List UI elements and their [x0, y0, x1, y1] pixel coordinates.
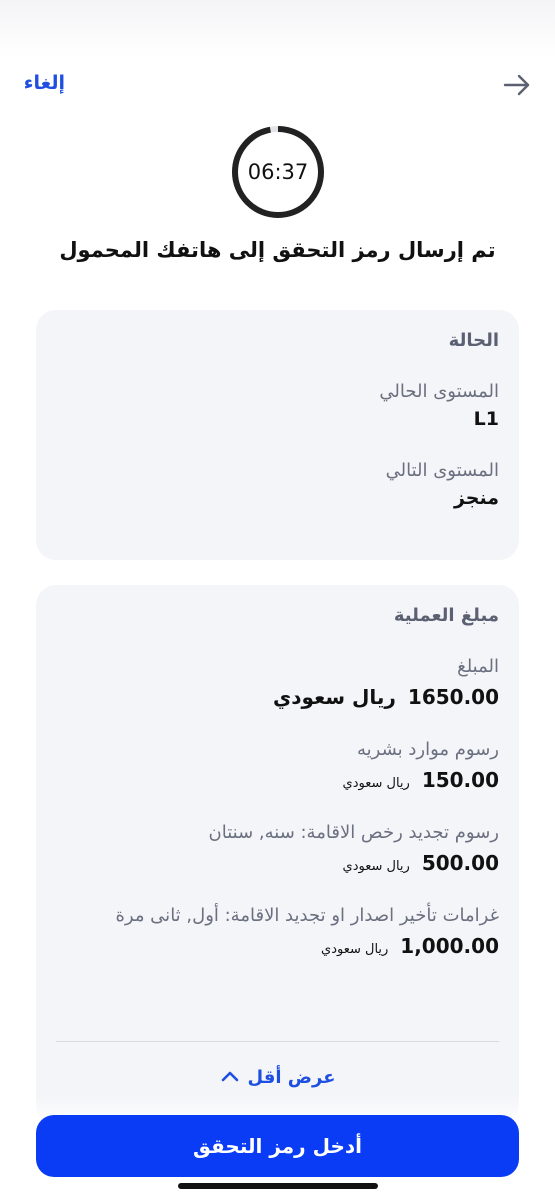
- current-level-label: المستوى الحالي: [379, 381, 499, 402]
- transaction-amount-card: مبلغ العملية المبلغ 1650.00 ريال سعودي ر…: [36, 585, 519, 1125]
- hr-fee-label: رسوم موارد بشريه: [357, 739, 499, 760]
- penalty-money: 1,000.00 ريال سعودي: [56, 934, 499, 958]
- residency-fee-currency: ريال سعودي: [342, 859, 410, 874]
- hr-fee-value: 150.00: [421, 768, 499, 792]
- hr-fee-money: 150.00 ريال سعودي: [56, 768, 499, 792]
- top-nav: إلغاء: [0, 64, 555, 104]
- otp-verification-screen: إلغاء 06:37 تم إرسال رمز التحقق إلى هاتف…: [0, 0, 555, 1200]
- timer-countdown-text: 06:37: [247, 160, 309, 184]
- amount-currency: ريال سعودي: [272, 685, 396, 709]
- residency-fee-label: رسوم تجديد رخص الاقامة: سنه, سنتان: [208, 822, 499, 843]
- penalty-value: 1,000.00: [400, 934, 499, 958]
- chevron-up-icon: [220, 1067, 240, 1088]
- status-bar: [0, 0, 555, 58]
- residency-fee-money: 500.00 ريال سعودي: [56, 851, 499, 875]
- next-level-value: منجز: [453, 487, 499, 509]
- residency-fee-value: 500.00: [421, 851, 499, 875]
- enter-otp-button[interactable]: أدخل رمز التحقق: [36, 1115, 519, 1177]
- show-less-toggle[interactable]: عرض أقل: [36, 1067, 519, 1088]
- current-level-field: المستوى الحالي L1: [56, 381, 499, 430]
- show-less-label: عرض أقل: [247, 1067, 336, 1088]
- residency-fee-field: رسوم تجديد رخص الاقامة: سنه, سنتان 500.0…: [56, 822, 499, 875]
- status-card: الحالة المستوى الحالي L1 المستوى التالي …: [36, 310, 519, 560]
- amount-money: 1650.00 ريال سعودي: [56, 685, 499, 709]
- amount-card-title: مبلغ العملية: [393, 605, 499, 626]
- amount-label: المبلغ: [457, 656, 499, 677]
- cancel-link[interactable]: إلغاء: [5, 72, 65, 94]
- next-level-label: المستوى التالي: [385, 460, 499, 481]
- hr-fee-field: رسوم موارد بشريه 150.00 ريال سعودي: [56, 739, 499, 792]
- amount-field: المبلغ 1650.00 ريال سعودي: [56, 656, 499, 709]
- penalty-field: غرامات تأخير اصدار او تجديد الاقامة: أول…: [56, 905, 499, 958]
- amount-value: 1650.00: [407, 685, 499, 709]
- penalty-label: غرامات تأخير اصدار او تجديد الاقامة: أول…: [115, 905, 499, 926]
- hr-fee-currency: ريال سعودي: [342, 776, 410, 791]
- countdown-timer: 06:37: [230, 124, 326, 220]
- current-level-value: L1: [473, 408, 499, 430]
- otp-sent-message: تم إرسال رمز التحقق إلى هاتفك المحمول: [59, 238, 496, 262]
- next-level-field: المستوى التالي منجز: [56, 460, 499, 509]
- penalty-currency: ريال سعودي: [321, 942, 389, 957]
- card-divider: [56, 1041, 499, 1042]
- status-card-title: الحالة: [448, 330, 499, 351]
- back-arrow-icon[interactable]: [500, 68, 534, 102]
- home-indicator: [178, 1183, 378, 1189]
